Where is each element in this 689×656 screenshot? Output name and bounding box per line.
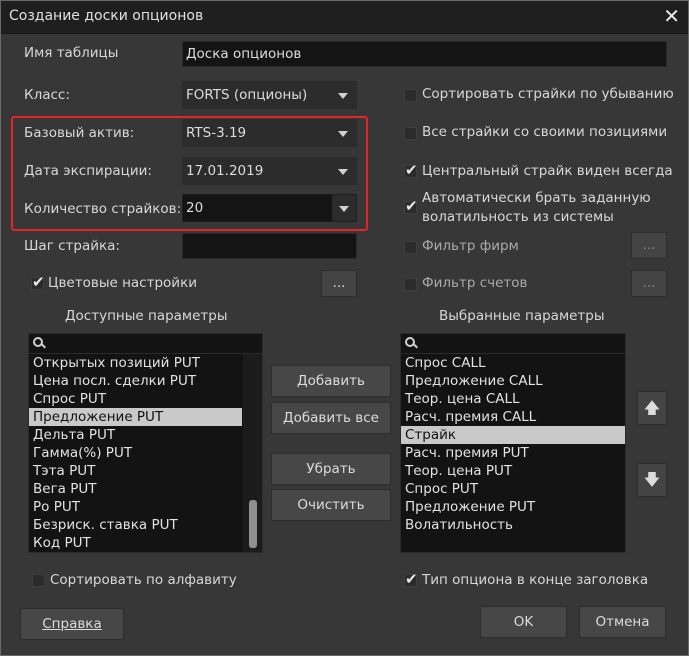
expiry-select-value: 17.01.2019: [186, 163, 264, 179]
selected-params-list[interactable]: Спрос CALL Предложение CALL Теор. цена CAL…: [400, 353, 626, 553]
list-item[interactable]: Теор. цена PUT: [401, 462, 625, 480]
strikes-count-combo[interactable]: 20: [182, 194, 357, 222]
color-settings-label: Цветовые настройки: [48, 275, 197, 291]
color-settings-checkbox[interactable]: ✔: [31, 273, 45, 291]
list-item[interactable]: Расч. премия CALL: [401, 408, 625, 426]
move-up-button[interactable]: 🡅: [637, 391, 667, 425]
central-strike-label: Центральный страйк виден всегда: [422, 163, 673, 179]
strikes-count-value: 20: [186, 200, 204, 216]
central-strike-checkbox[interactable]: ✔: [404, 161, 418, 179]
strikes-count-label: Количество страйков:: [24, 201, 182, 217]
auto-volatility-checkbox[interactable]: ✔: [404, 197, 418, 215]
firm-filter-label: Фильтр фирм: [422, 238, 519, 254]
sort-desc-label: Сортировать страйки по убыванию: [422, 86, 674, 102]
account-filter-button[interactable]: ...: [631, 270, 667, 297]
class-label: Класс:: [24, 87, 70, 103]
list-item[interactable]: Тэта PUT: [29, 462, 242, 480]
base-asset-select-value: RTS-3.19: [186, 125, 247, 141]
expiry-select[interactable]: 17.01.2019: [182, 157, 357, 185]
list-item[interactable]: Предложение CALL: [401, 372, 625, 390]
list-item[interactable]: Вега PUT: [29, 480, 242, 498]
list-item[interactable]: Предложение PUT: [29, 408, 242, 426]
add-button[interactable]: Добавить: [271, 365, 391, 397]
option-type-label: Тип опциона в конце заголовка: [422, 572, 649, 588]
list-item[interactable]: Цена посл. сделки PUT: [29, 372, 242, 390]
selected-params-header: Выбранные параметры: [439, 308, 605, 324]
list-item[interactable]: Спрос CALL: [401, 354, 625, 372]
auto-volatility-label-line2: волатильность из системы: [422, 209, 614, 225]
all-strikes-positions-checkbox[interactable]: [404, 127, 417, 140]
close-icon[interactable]: ✕: [663, 4, 680, 28]
cancel-button[interactable]: Отмена: [579, 606, 666, 638]
strikes-count-dropdown-button[interactable]: [332, 195, 356, 221]
sort-alpha-label: Сортировать по алфавиту: [50, 572, 237, 588]
scrollbar-thumb[interactable]: [249, 500, 257, 548]
available-search-input[interactable]: [28, 333, 263, 354]
class-select[interactable]: FORTS (опционы): [182, 81, 357, 109]
available-list-scrollbar[interactable]: [243, 354, 262, 552]
table-name-label: Имя таблицы: [24, 45, 119, 61]
options-board-dialog: Создание доски опционов ✕ Имя таблицы До…: [0, 0, 689, 656]
color-settings-button[interactable]: ...: [321, 270, 357, 297]
clear-button[interactable]: Очистить: [271, 489, 391, 521]
chevron-down-icon: [338, 93, 348, 99]
checkmark-icon: ✔: [405, 161, 418, 179]
list-item[interactable]: Спрос PUT: [401, 480, 625, 498]
list-item[interactable]: Открытых позиций PUT: [29, 354, 242, 372]
account-filter-checkbox[interactable]: [404, 278, 417, 291]
add-all-button[interactable]: Добавить все: [271, 402, 391, 434]
account-filter-label: Фильтр счетов: [422, 275, 528, 291]
table-name-input[interactable]: Доска опционов: [182, 41, 667, 67]
list-item[interactable]: Страйк: [401, 426, 625, 444]
title-bar[interactable]: Создание доски опционов ✕: [1, 1, 688, 34]
strike-step-input[interactable]: [182, 233, 357, 259]
list-item[interactable]: Волатильность: [401, 516, 625, 534]
list-item[interactable]: Теор. цена CALL: [401, 390, 625, 408]
auto-volatility-label-line1: Автоматически брать заданную: [422, 190, 651, 206]
help-button[interactable]: Справка: [20, 608, 124, 640]
chevron-down-icon: [338, 169, 348, 175]
sort-desc-checkbox[interactable]: [404, 89, 417, 102]
list-item[interactable]: Спрос PUT: [29, 390, 242, 408]
remove-button[interactable]: Убрать: [271, 453, 391, 485]
dialog-title: Создание доски опционов: [9, 8, 204, 24]
ok-button[interactable]: OK: [480, 606, 567, 638]
available-params-list[interactable]: Открытых позиций PUT Цена посл. сделки PU…: [28, 353, 263, 553]
option-type-checkbox[interactable]: ✔: [404, 570, 418, 588]
base-asset-label: Базовый актив:: [24, 125, 135, 141]
all-strikes-positions-label: Все страйки со своими позициями: [422, 124, 668, 140]
available-params-header: Доступные параметры: [65, 308, 228, 324]
list-item[interactable]: Безриск. ставка PUT: [29, 516, 242, 534]
list-item[interactable]: Дельта PUT: [29, 426, 242, 444]
class-select-value: FORTS (опционы): [186, 87, 308, 103]
checkmark-icon: ✔: [405, 570, 418, 588]
checkmark-icon: ✔: [32, 273, 45, 291]
list-item[interactable]: Код PUT: [29, 534, 242, 552]
chevron-down-icon: [339, 206, 349, 212]
list-item[interactable]: Ро PUT: [29, 498, 242, 516]
arrow-up-icon: 🡅: [643, 398, 661, 417]
sort-alpha-checkbox[interactable]: [32, 574, 45, 587]
arrow-down-icon: 🡇: [643, 470, 661, 489]
list-item[interactable]: Расч. премия PUT: [401, 444, 625, 462]
checkmark-icon: ✔: [405, 197, 418, 215]
firm-filter-checkbox[interactable]: [404, 241, 417, 254]
base-asset-select[interactable]: RTS-3.19: [182, 119, 357, 147]
list-item[interactable]: Предложение PUT: [401, 498, 625, 516]
firm-filter-button[interactable]: ...: [631, 232, 667, 259]
selected-search-input[interactable]: [400, 333, 626, 354]
list-item[interactable]: Гамма(%) PUT: [29, 444, 242, 462]
chevron-down-icon: [338, 131, 348, 137]
strike-step-label: Шаг страйка:: [24, 238, 120, 254]
move-down-button[interactable]: 🡇: [637, 463, 667, 497]
expiry-label: Дата экспирации:: [24, 163, 152, 179]
